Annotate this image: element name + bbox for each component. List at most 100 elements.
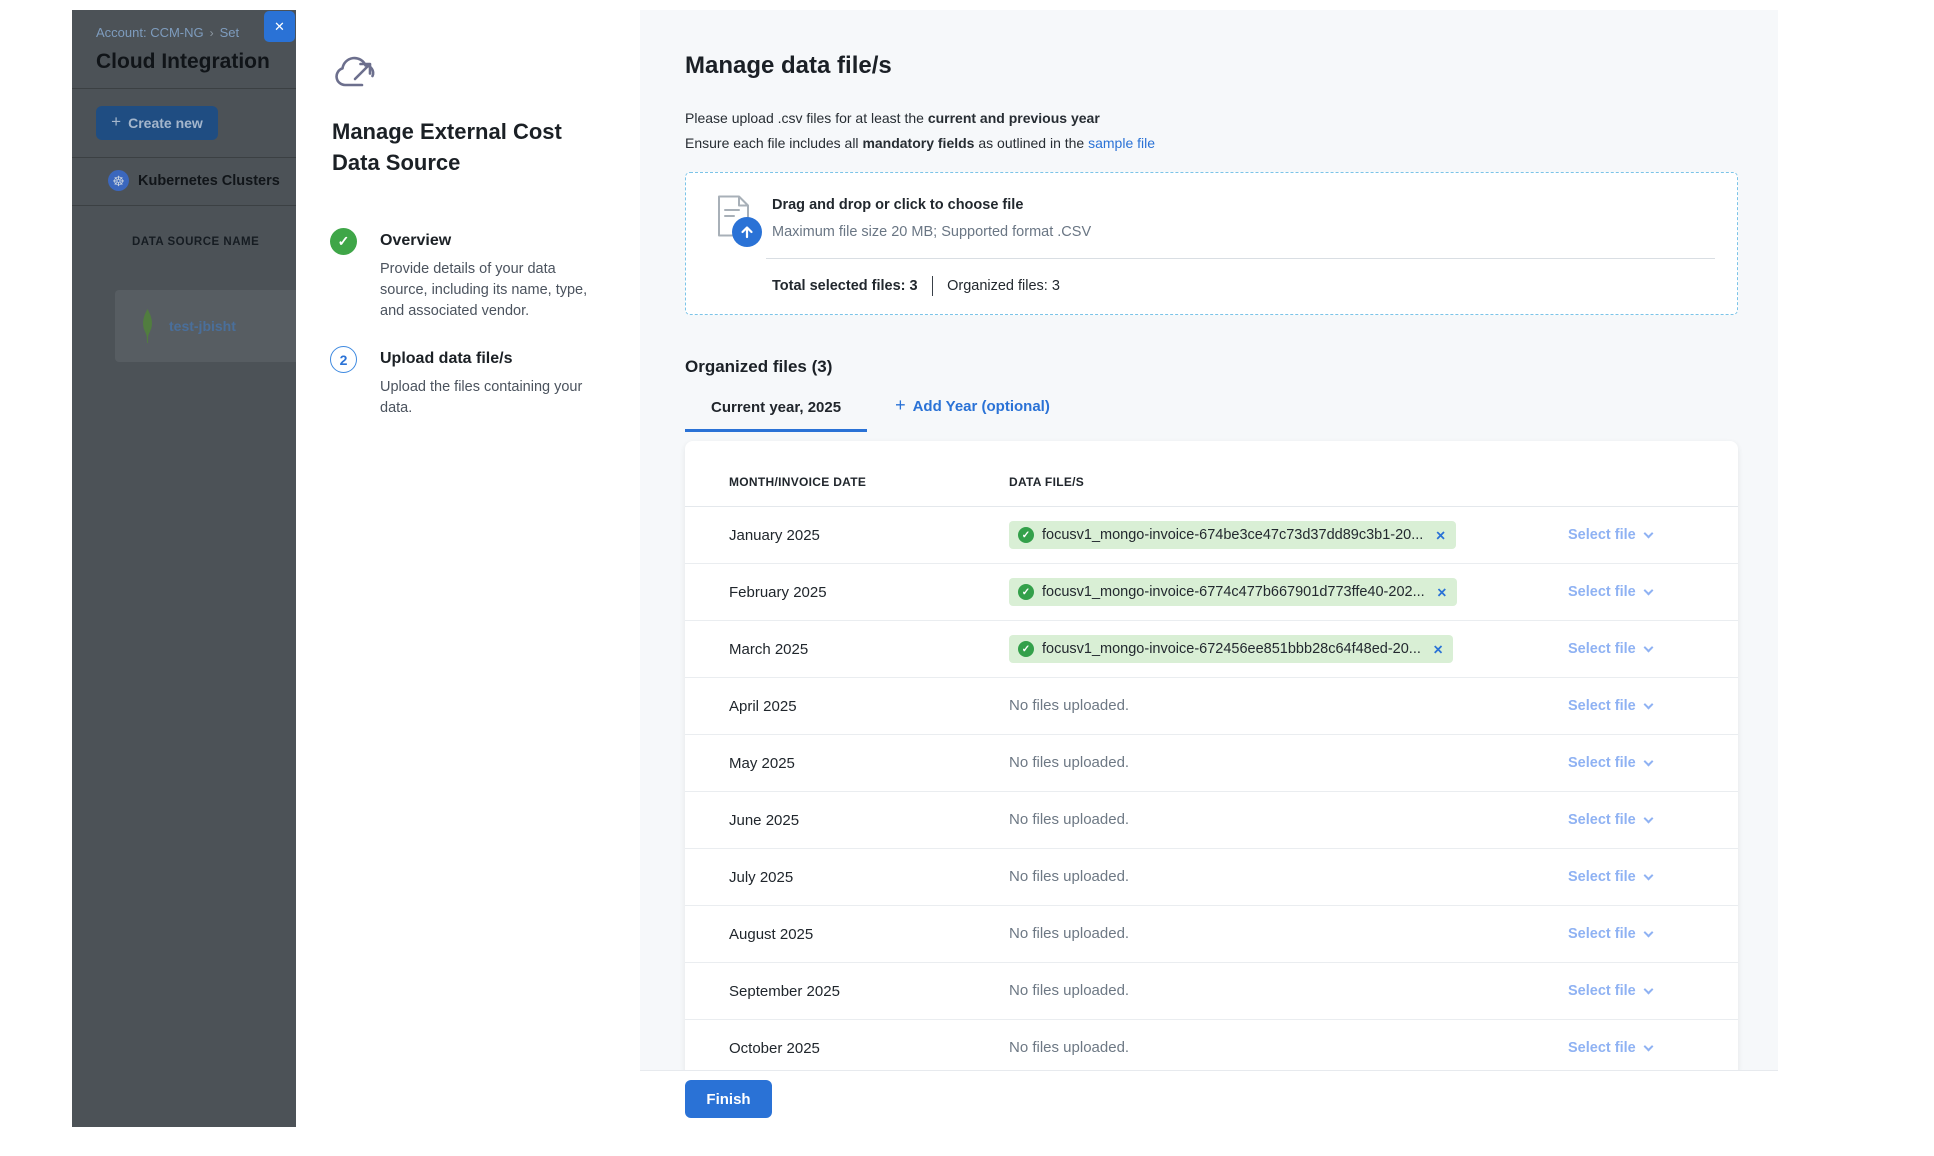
tab-label: Kubernetes Clusters (138, 173, 280, 189)
table-row: January 2025 ✓ focusv1_mongo-invoice-674… (685, 507, 1738, 564)
step-upload-data-files[interactable]: 2 Upload data file/s Upload the files co… (330, 346, 590, 419)
select-file-dropdown[interactable]: Select file (1568, 641, 1698, 657)
table-row: July 2025 No files uploaded. Select file (685, 849, 1738, 906)
step-overview-label: Overview (380, 228, 590, 250)
select-file-dropdown[interactable]: Select file (1568, 527, 1698, 543)
select-file-dropdown[interactable]: Select file (1568, 698, 1698, 714)
manage-data-files-panel: Manage data file/s Please upload .csv fi… (640, 10, 1778, 1070)
select-file-label: Select file (1568, 869, 1636, 885)
divider (932, 276, 934, 296)
select-file-label: Select file (1568, 584, 1636, 600)
data-file-cell: ✓ focusv1_mongo-invoice-6774c477b667901d… (1009, 578, 1568, 606)
upload-arrow-icon (732, 217, 762, 247)
remove-file-icon[interactable]: ✕ (1437, 585, 1447, 600)
step-overview[interactable]: ✓ Overview Provide details of your data … (330, 228, 590, 322)
dropzone-title: Drag and drop or click to choose file (772, 197, 1023, 213)
no-files-text: No files uploaded. (1009, 1039, 1129, 1056)
tab-current-year[interactable]: Current year, 2025 (685, 399, 867, 432)
tab-kubernetes-clusters[interactable]: ☸ Kubernetes Clusters (108, 170, 280, 191)
chevron-down-icon (1643, 870, 1653, 880)
remove-file-icon[interactable]: ✕ (1435, 528, 1445, 543)
select-file-label: Select file (1568, 698, 1636, 714)
divider (766, 258, 1715, 259)
file-dropzone[interactable]: Drag and drop or click to choose file Ma… (685, 172, 1738, 315)
intro-text: Ensure each file includes all (685, 135, 862, 151)
data-file-cell: No files uploaded. (1009, 868, 1568, 886)
chevron-down-icon (1643, 528, 1653, 538)
month-label: February 2025 (729, 584, 1009, 601)
no-files-text: No files uploaded. (1009, 811, 1129, 828)
table-row: April 2025 No files uploaded. Select fil… (685, 678, 1738, 735)
chevron-down-icon (1643, 642, 1653, 652)
data-source-link[interactable]: test-jbisht (169, 318, 236, 334)
chevron-down-icon (1643, 756, 1653, 766)
select-file-label: Select file (1568, 527, 1636, 543)
select-file-label: Select file (1568, 812, 1636, 828)
breadcrumb-account-link[interactable]: Account: CCM-NG (96, 25, 204, 40)
add-year-button[interactable]: + Add Year (optional) (895, 397, 1050, 432)
month-label: March 2025 (729, 641, 1009, 658)
select-file-dropdown[interactable]: Select file (1568, 983, 1698, 999)
year-tabs: Current year, 2025 + Add Year (optional) (685, 397, 1738, 432)
select-file-dropdown[interactable]: Select file (1568, 755, 1698, 771)
select-file-dropdown[interactable]: Select file (1568, 926, 1698, 942)
column-header-data-files: DATA FILE/S (1009, 475, 1568, 489)
add-year-label: Add Year (optional) (913, 398, 1050, 415)
data-source-row: test-jbisht (115, 290, 296, 362)
dropzone-subtitle: Maximum file size 20 MB; Supported forma… (772, 224, 1091, 240)
files-table-body: January 2025 ✓ focusv1_mongo-invoice-674… (685, 507, 1738, 1070)
monthly-files-table: MONTH/INVOICE DATE DATA FILE/S January 2… (685, 441, 1738, 1070)
panel-title: Manage data file/s (685, 52, 1738, 80)
total-selected-files: Total selected files: 3 (772, 278, 918, 294)
table-row: October 2025 No files uploaded. Select f… (685, 1020, 1738, 1070)
remove-file-icon[interactable]: ✕ (1433, 642, 1443, 657)
no-files-text: No files uploaded. (1009, 925, 1129, 942)
month-label: January 2025 (729, 527, 1009, 544)
file-chip-label: focusv1_mongo-invoice-6774c477b667901d77… (1042, 584, 1425, 600)
file-chip: ✓ focusv1_mongo-invoice-674be3ce47c73d37… (1009, 521, 1456, 549)
check-circle-icon: ✓ (1018, 527, 1034, 543)
table-row: May 2025 No files uploaded. Select file (685, 735, 1738, 792)
month-label: May 2025 (729, 755, 1009, 772)
breadcrumb: Account: CCM-NG›Set (96, 25, 239, 40)
intro-bold: current and previous year (928, 110, 1100, 126)
data-file-cell: No files uploaded. (1009, 754, 1568, 772)
breadcrumb-next-link[interactable]: Set (220, 25, 240, 40)
data-file-cell: No files uploaded. (1009, 982, 1568, 1000)
create-new-button[interactable]: + Create new (96, 106, 218, 140)
background-page: Account: CCM-NG›Set Cloud Integration + … (72, 10, 296, 1127)
screenshot-canvas: Account: CCM-NG›Set Cloud Integration + … (0, 0, 1934, 1156)
select-file-dropdown[interactable]: Select file (1568, 1040, 1698, 1056)
table-row: March 2025 ✓ focusv1_mongo-invoice-67245… (685, 621, 1738, 678)
table-header-row: MONTH/INVOICE DATE DATA FILE/S (685, 441, 1738, 507)
chevron-down-icon (1643, 699, 1653, 709)
close-icon[interactable]: ✕ (264, 11, 295, 42)
upload-instructions: Please upload .csv files for at least th… (685, 106, 1738, 156)
month-label: August 2025 (729, 926, 1009, 943)
step-number-badge: 2 (330, 346, 357, 373)
table-row: June 2025 No files uploaded. Select file (685, 792, 1738, 849)
column-header-data-source-name: DATA SOURCE NAME (132, 236, 259, 248)
chevron-down-icon (1643, 585, 1653, 595)
data-file-cell: No files uploaded. (1009, 697, 1568, 715)
intro-text: as outlined in the (974, 135, 1088, 151)
select-file-dropdown[interactable]: Select file (1568, 869, 1698, 885)
intro-text: Please upload .csv files for at least th… (685, 110, 928, 126)
data-file-cell: No files uploaded. (1009, 811, 1568, 829)
file-chip-label: focusv1_mongo-invoice-674be3ce47c73d37dd… (1042, 527, 1423, 543)
select-file-dropdown[interactable]: Select file (1568, 812, 1698, 828)
step-upload-description: Upload the files containing your data. (380, 377, 588, 419)
select-file-label: Select file (1568, 641, 1636, 657)
select-file-label: Select file (1568, 755, 1636, 771)
no-files-text: No files uploaded. (1009, 697, 1129, 714)
file-chip: ✓ focusv1_mongo-invoice-672456ee851bbb28… (1009, 635, 1453, 663)
select-file-label: Select file (1568, 1040, 1636, 1056)
sample-file-link[interactable]: sample file (1088, 135, 1155, 151)
finish-button[interactable]: Finish (685, 1080, 772, 1118)
file-chip: ✓ focusv1_mongo-invoice-6774c477b667901d… (1009, 578, 1457, 606)
chevron-down-icon (1643, 984, 1653, 994)
select-file-dropdown[interactable]: Select file (1568, 584, 1698, 600)
table-row: August 2025 No files uploaded. Select fi… (685, 906, 1738, 963)
cloud-export-icon (332, 55, 378, 95)
document-icon (716, 195, 770, 253)
